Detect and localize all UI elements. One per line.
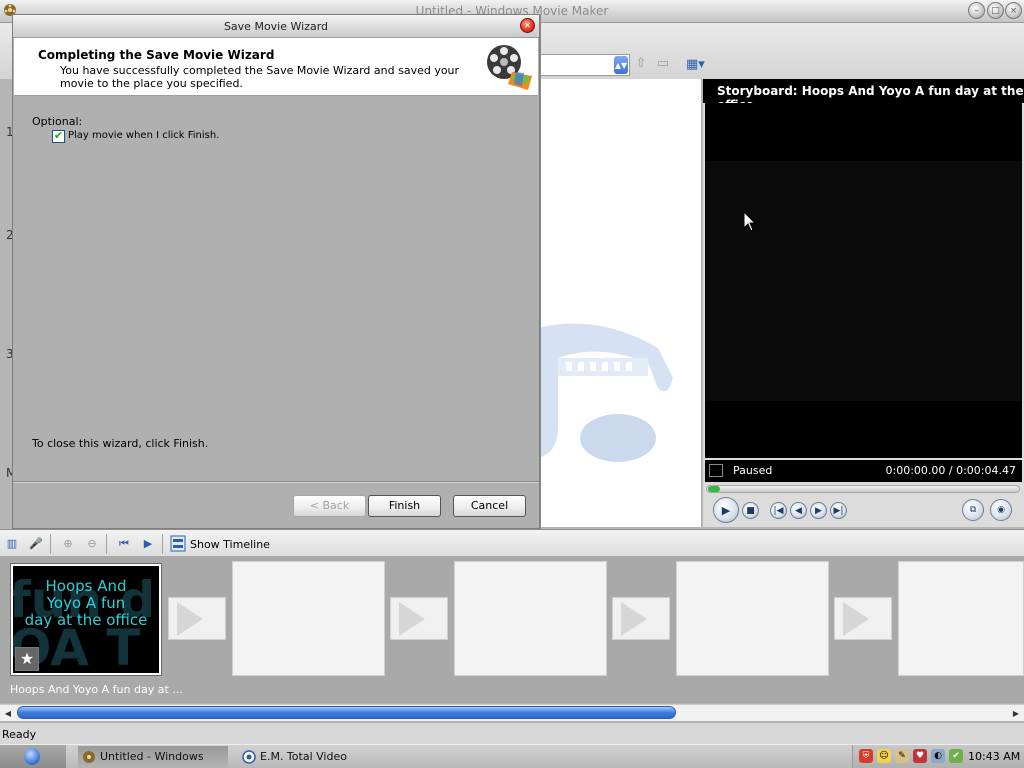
smiley-icon[interactable]: ☺ <box>877 749 891 763</box>
film-reel-icon <box>487 45 532 90</box>
transition-slot[interactable] <box>168 597 226 640</box>
take-picture-button[interactable]: ◉ <box>990 499 1012 521</box>
playback-state: Paused <box>733 464 773 477</box>
play-movie-checkbox[interactable]: ✔ <box>52 130 65 143</box>
dialog-title: Save Movie Wizard <box>223 20 329 33</box>
play-storyboard-icon[interactable]: ▶ <box>140 536 156 552</box>
show-timeline-button[interactable]: Show Timeline <box>190 538 270 551</box>
transition-slot[interactable] <box>834 597 892 640</box>
forward-button[interactable]: ▶ <box>810 502 827 519</box>
taskbar: Untitled - Windows Mo... E.M. Total Vide… <box>0 744 1024 768</box>
security-shield-icon[interactable]: ⛨ <box>859 749 873 763</box>
clock: 10:43 AM <box>968 750 1021 763</box>
start-logo-icon <box>24 748 40 765</box>
dropdown-arrow-icon[interactable]: ▲▼ <box>614 56 628 74</box>
back-button[interactable]: ◀ <box>790 502 807 519</box>
dialog-header: Completing the Save Movie Wizard You hav… <box>14 38 538 96</box>
storyboard-clip[interactable]: fun d OA T Hoops And Yoyo A fun day at the … <box>10 563 162 676</box>
stop-button[interactable]: ■ <box>742 502 759 519</box>
taskbar-item-movie-maker[interactable]: Untitled - Windows Mo... <box>78 746 228 768</box>
collections-dropdown[interactable]: ▲▼ <box>538 54 630 76</box>
optional-label: Optional: <box>32 115 83 128</box>
play-movie-label[interactable]: Play movie when I click Finish. <box>68 130 219 141</box>
previous-frame-button[interactable]: |◀ <box>770 502 787 519</box>
network-icon[interactable]: ◐ <box>931 749 945 763</box>
taskbar-item-video-converter[interactable]: E.M. Total Video Conve... <box>238 746 388 768</box>
title-effect-star-icon: ★ <box>15 647 39 671</box>
movie-maker-icon <box>83 751 95 763</box>
save-movie-wizard-dialog: Save Movie Wizard ✕ Completing the Save … <box>12 14 540 529</box>
clip-caption: Hoops And Yoyo A fun day at ... <box>10 683 183 696</box>
empty-clip-slot[interactable] <box>898 561 1024 676</box>
video-converter-icon <box>242 750 256 764</box>
scroll-left-icon[interactable]: ◀ <box>1 707 15 720</box>
empty-clip-slot[interactable] <box>676 561 829 676</box>
dialog-separator <box>13 481 539 483</box>
new-folder-icon[interactable]: ▭ <box>654 56 672 73</box>
screen-icon <box>709 464 723 477</box>
empty-clip-slot[interactable] <box>454 561 607 676</box>
status-text: Ready <box>2 728 37 741</box>
start-button[interactable] <box>0 745 66 768</box>
finish-button[interactable]: Finish <box>368 495 441 517</box>
dialog-title-bar: Save Movie Wizard ✕ <box>13 15 539 38</box>
minimize-button[interactable]: – <box>968 2 985 19</box>
cancel-button[interactable]: Cancel <box>453 495 526 517</box>
maximize-button[interactable]: □ <box>987 2 1004 19</box>
transition-slot[interactable] <box>612 597 670 640</box>
clip-title-text: Hoops And Yoyo A fun day at the office <box>24 577 148 629</box>
playback-status: Paused 0:00:00.00 / 0:00:04.47 <box>705 460 1022 482</box>
play-button[interactable]: ▶ <box>713 497 739 523</box>
transition-slot[interactable] <box>390 597 448 640</box>
taskbar-item-label: E.M. Total Video Conve... <box>260 750 347 763</box>
wizard-subtitle: You have successfully completed the Save… <box>60 64 460 90</box>
empty-clip-slot[interactable] <box>232 561 385 676</box>
set-audio-levels-icon[interactable]: ▥ <box>4 536 20 552</box>
mouse-cursor-icon <box>744 212 756 232</box>
tools-icon[interactable]: ✎ <box>895 749 909 763</box>
wizard-heading: Completing the Save Movie Wizard <box>38 48 275 62</box>
up-folder-icon[interactable]: ⇧ <box>632 56 650 73</box>
zoom-in-icon[interactable]: ⊕ <box>60 536 76 552</box>
zoom-out-icon[interactable]: ⊖ <box>84 536 100 552</box>
scroll-thumb[interactable] <box>17 706 676 719</box>
update-icon[interactable]: ✔ <box>949 749 963 763</box>
close-app-button[interactable]: × <box>1005 2 1022 19</box>
storyboard-toolbar: ▥ 🎤 ⊕ ⊖ ⏮ ▶ Show Timeline <box>0 529 1024 557</box>
scroll-right-icon[interactable]: ▶ <box>1009 707 1023 720</box>
status-bar: Ready <box>0 722 1024 744</box>
back-button[interactable]: < Back <box>293 495 366 517</box>
rewind-storyboard-icon[interactable]: ⏮ <box>116 536 132 552</box>
video-screen[interactable] <box>705 103 1022 458</box>
playback-time: 0:00:00.00 / 0:00:04.47 <box>885 464 1017 477</box>
timeline-icon[interactable] <box>170 535 186 552</box>
next-frame-button[interactable]: ▶| <box>830 502 847 519</box>
narrate-timeline-icon[interactable]: 🎤 <box>28 536 44 552</box>
seek-bar[interactable] <box>706 485 1020 493</box>
dialog-close-button[interactable]: ✕ <box>520 18 535 33</box>
split-clip-button[interactable]: ⧉ <box>962 499 984 521</box>
views-icon[interactable]: ▦▾ <box>686 57 714 73</box>
monitor-title: Storyboard: Hoops And Yoyo A fun day at … <box>703 79 1024 112</box>
seek-thumb[interactable] <box>708 486 720 492</box>
close-hint: To close this wizard, click Finish. <box>32 437 209 450</box>
antivirus-icon[interactable]: ♥ <box>913 749 927 763</box>
taskbar-item-label: Untitled - Windows Mo... <box>100 750 204 763</box>
clip-thumbnail: fun d OA T Hoops And Yoyo A fun day at the … <box>13 566 159 673</box>
music-note-watermark-icon <box>538 323 673 462</box>
